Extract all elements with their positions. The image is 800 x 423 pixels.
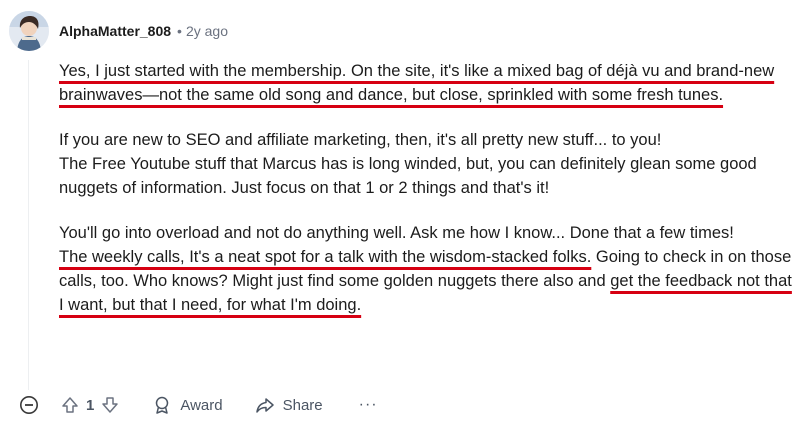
text-line: The Free Youtube stuff that Marcus has i… <box>59 155 757 197</box>
share-button[interactable]: Share <box>255 395 323 415</box>
comment-body: Yes, I just started with the membership.… <box>59 59 799 317</box>
more-dots-icon[interactable]: ··· <box>359 396 378 414</box>
text-line: If you are new to SEO and affiliate mark… <box>59 131 662 149</box>
share-arrow-icon <box>255 395 275 415</box>
comment-actions: 1 Award Share ··· <box>18 393 378 417</box>
timestamp[interactable]: 2y ago <box>186 23 228 39</box>
avatar[interactable] <box>9 11 49 51</box>
vote-count: 1 <box>86 396 95 414</box>
paragraph-2: If you are new to SEO and affiliate mark… <box>59 128 799 200</box>
comment-meta: AlphaMatter_808 • 2y ago <box>59 21 228 41</box>
thread-line[interactable] <box>28 60 29 390</box>
collapse-minus-icon[interactable] <box>18 394 40 416</box>
upvote-arrow-icon[interactable] <box>60 395 80 415</box>
award-label: Award <box>180 396 223 414</box>
paragraph-3: You'll go into overload and not do anyth… <box>59 221 799 317</box>
paragraph-1: Yes, I just started with the membership.… <box>59 59 799 107</box>
downvote-arrow-icon[interactable] <box>100 395 120 415</box>
underlined-text: Yes, I just started with the membership.… <box>59 62 775 104</box>
award-button[interactable]: Award <box>152 395 223 415</box>
underlined-text: The weekly calls, It's a neat spot for a… <box>59 248 592 266</box>
username[interactable]: AlphaMatter_808 <box>59 23 171 39</box>
share-label: Share <box>282 396 323 414</box>
text-line: You'll go into overload and not do anyth… <box>59 224 734 242</box>
award-icon <box>152 395 172 415</box>
meta-separator: • <box>177 23 182 39</box>
